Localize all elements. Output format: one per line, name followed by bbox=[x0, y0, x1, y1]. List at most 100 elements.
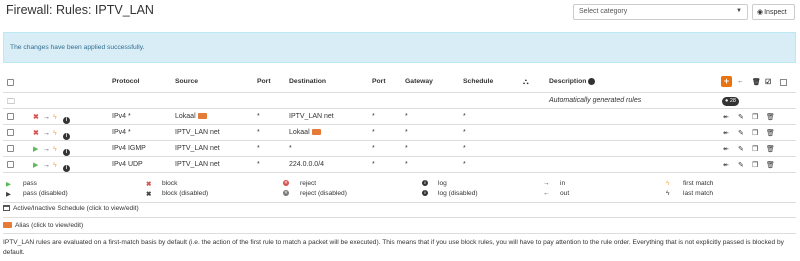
bolt-icon: ϟ bbox=[53, 162, 57, 169]
cell-port-dest: * bbox=[372, 145, 375, 152]
trash-icon[interactable]: 🗑 bbox=[766, 161, 775, 169]
anchor-icon[interactable]: ↞ bbox=[723, 145, 729, 153]
auto-rules-label: Automatically generated rules bbox=[549, 97, 642, 104]
chevron-down-icon: ▼ bbox=[736, 8, 742, 14]
select-all-checkbox[interactable] bbox=[7, 79, 14, 86]
inspect-button[interactable]: ◉Inspect bbox=[752, 4, 795, 20]
schedule-note: Active/Inactive Schedule (click to view/… bbox=[13, 205, 139, 212]
alias-note: Alias (click to view/edit) bbox=[15, 222, 84, 229]
arrow-left-icon[interactable]: ← bbox=[737, 78, 744, 85]
check-square-icon[interactable]: ☑ bbox=[765, 78, 771, 86]
pencil-icon[interactable]: ✎ bbox=[738, 113, 744, 121]
arrow-right-icon: → bbox=[43, 146, 50, 153]
category-select[interactable]: Select category ▼ bbox=[573, 4, 748, 20]
divider bbox=[3, 233, 796, 234]
block-legend-icon: ✖ bbox=[146, 181, 152, 188]
table-row[interactable]: ✖ → ϟ i IPv4 * IPTV_LAN net * Lokaal * *… bbox=[3, 124, 796, 141]
cell-destination: 224.0.0.0/4 bbox=[289, 161, 325, 168]
col-gateway: Gateway bbox=[405, 78, 433, 85]
cell-destination[interactable]: Lokaal bbox=[289, 129, 321, 136]
cell-gateway: * bbox=[405, 161, 408, 168]
cell-protocol: IPv4 UDP bbox=[112, 161, 143, 168]
cell-gateway: * bbox=[405, 129, 408, 136]
arrow-right-icon: → bbox=[43, 130, 50, 137]
table-row[interactable]: ✖ → ϟ i IPv4 * Lokaal * IPTV_LAN net * *… bbox=[3, 108, 796, 125]
pencil-icon[interactable]: ✎ bbox=[738, 129, 744, 137]
cell-protocol: IPv4 * bbox=[112, 113, 131, 120]
col-description: Description ? bbox=[549, 78, 596, 85]
trash-icon[interactable]: 🗑 bbox=[766, 113, 775, 121]
bolt-icon: ϟ bbox=[53, 130, 57, 137]
copy-icon[interactable]: ❐ bbox=[752, 113, 758, 121]
trash-icon[interactable]: 🗑 bbox=[752, 78, 761, 86]
row-checkbox[interactable] bbox=[7, 129, 14, 136]
category-select-value: Select category bbox=[579, 8, 628, 15]
pencil-icon[interactable]: ✎ bbox=[738, 145, 744, 153]
cell-schedule: * bbox=[463, 129, 466, 136]
divider bbox=[3, 217, 796, 218]
arrow-right-icon: → bbox=[43, 114, 50, 121]
bolt-icon: ϟ bbox=[53, 114, 57, 121]
trash-icon[interactable]: 🗑 bbox=[766, 145, 775, 153]
cell-source: IPTV_LAN net bbox=[175, 145, 220, 152]
cell-port-dest: * bbox=[372, 161, 375, 168]
help-icon[interactable]: ? bbox=[588, 78, 596, 85]
cell-destination-text: Lokaal bbox=[289, 129, 310, 136]
row-checkbox[interactable] bbox=[7, 145, 14, 152]
schedule-legend: Active/Inactive Schedule (click to view/… bbox=[3, 205, 796, 212]
block-icon[interactable]: ✖ bbox=[33, 113, 39, 122]
eye-icon: ◉ bbox=[757, 9, 764, 16]
in-legend-icon: → bbox=[543, 180, 550, 187]
row-checkbox[interactable] bbox=[7, 113, 14, 120]
calendar-icon bbox=[3, 205, 10, 212]
cell-gateway: * bbox=[405, 145, 408, 152]
copy-icon[interactable]: ❐ bbox=[752, 145, 758, 153]
cell-source: IPTV_LAN net bbox=[175, 129, 220, 136]
legend-log-disabled: log (disabled) bbox=[438, 190, 478, 197]
legend-pass-disabled: pass (disabled) bbox=[23, 190, 68, 197]
cell-source[interactable]: Lokaal bbox=[175, 113, 207, 120]
auto-rules-row[interactable]: 🗀 Automatically generated rules ● 28 bbox=[3, 92, 796, 109]
legend-first-match: first match bbox=[683, 180, 714, 187]
pass-icon[interactable]: ▶ bbox=[33, 145, 38, 154]
cell-port-dest: * bbox=[372, 113, 375, 120]
alias-icon bbox=[197, 113, 207, 120]
col-destination: Destination bbox=[289, 78, 327, 85]
sitemap-icon: ⛬ bbox=[523, 77, 529, 86]
anchor-icon[interactable]: ↞ bbox=[723, 161, 729, 169]
alias-icon bbox=[311, 129, 321, 136]
cell-source: IPTV_LAN net bbox=[175, 161, 220, 168]
toggle-checkbox[interactable] bbox=[780, 79, 787, 86]
pass-legend-icon: ▶ bbox=[6, 181, 12, 188]
block-icon[interactable]: ✖ bbox=[33, 129, 39, 138]
alias-legend: Alias (click to view/edit) bbox=[3, 222, 796, 229]
copy-icon[interactable]: ❐ bbox=[752, 129, 758, 137]
col-schedule: Schedule bbox=[463, 78, 494, 85]
col-protocol: Protocol bbox=[112, 78, 140, 85]
page-title: Firewall: Rules: IPTV_LAN bbox=[6, 3, 154, 17]
table-bottom-border bbox=[3, 172, 796, 173]
legend-block: block bbox=[162, 180, 178, 187]
legend-in: in bbox=[560, 180, 566, 187]
anchor-icon[interactable]: ↞ bbox=[723, 113, 729, 121]
cell-source-text: Lokaal bbox=[175, 113, 196, 120]
cell-schedule: * bbox=[463, 161, 466, 168]
copy-icon[interactable]: ❐ bbox=[752, 161, 758, 169]
pass-icon[interactable]: ▶ bbox=[33, 161, 38, 170]
row-checkbox[interactable] bbox=[7, 161, 14, 168]
inspect-button-label: Inspect bbox=[764, 9, 787, 16]
anchor-icon[interactable]: ↞ bbox=[723, 129, 729, 137]
bolt-icon: ϟ bbox=[53, 146, 57, 153]
footer-note: IPTV_LAN rules are evaluated on a first-… bbox=[3, 239, 784, 256]
col-port-dest: Port bbox=[372, 78, 386, 85]
pass-disabled-legend-icon: ▶ bbox=[6, 191, 12, 198]
pencil-icon[interactable]: ✎ bbox=[738, 161, 744, 169]
trash-icon[interactable]: 🗑 bbox=[766, 129, 775, 137]
success-alert: The changes have been applied successful… bbox=[3, 32, 796, 63]
add-rule-button[interactable]: + bbox=[721, 76, 732, 87]
auto-rules-badge[interactable]: ● 28 bbox=[722, 97, 739, 106]
legend-reject: reject bbox=[300, 180, 317, 187]
table-row[interactable]: ▶ → ϟ i IPv4 IGMP IPTV_LAN net * * * * *… bbox=[3, 140, 796, 157]
table-row[interactable]: ▶ → ϟ i IPv4 UDP IPTV_LAN net * 224.0.0.… bbox=[3, 156, 796, 173]
last-match-legend-icon: ϟ bbox=[666, 190, 670, 197]
